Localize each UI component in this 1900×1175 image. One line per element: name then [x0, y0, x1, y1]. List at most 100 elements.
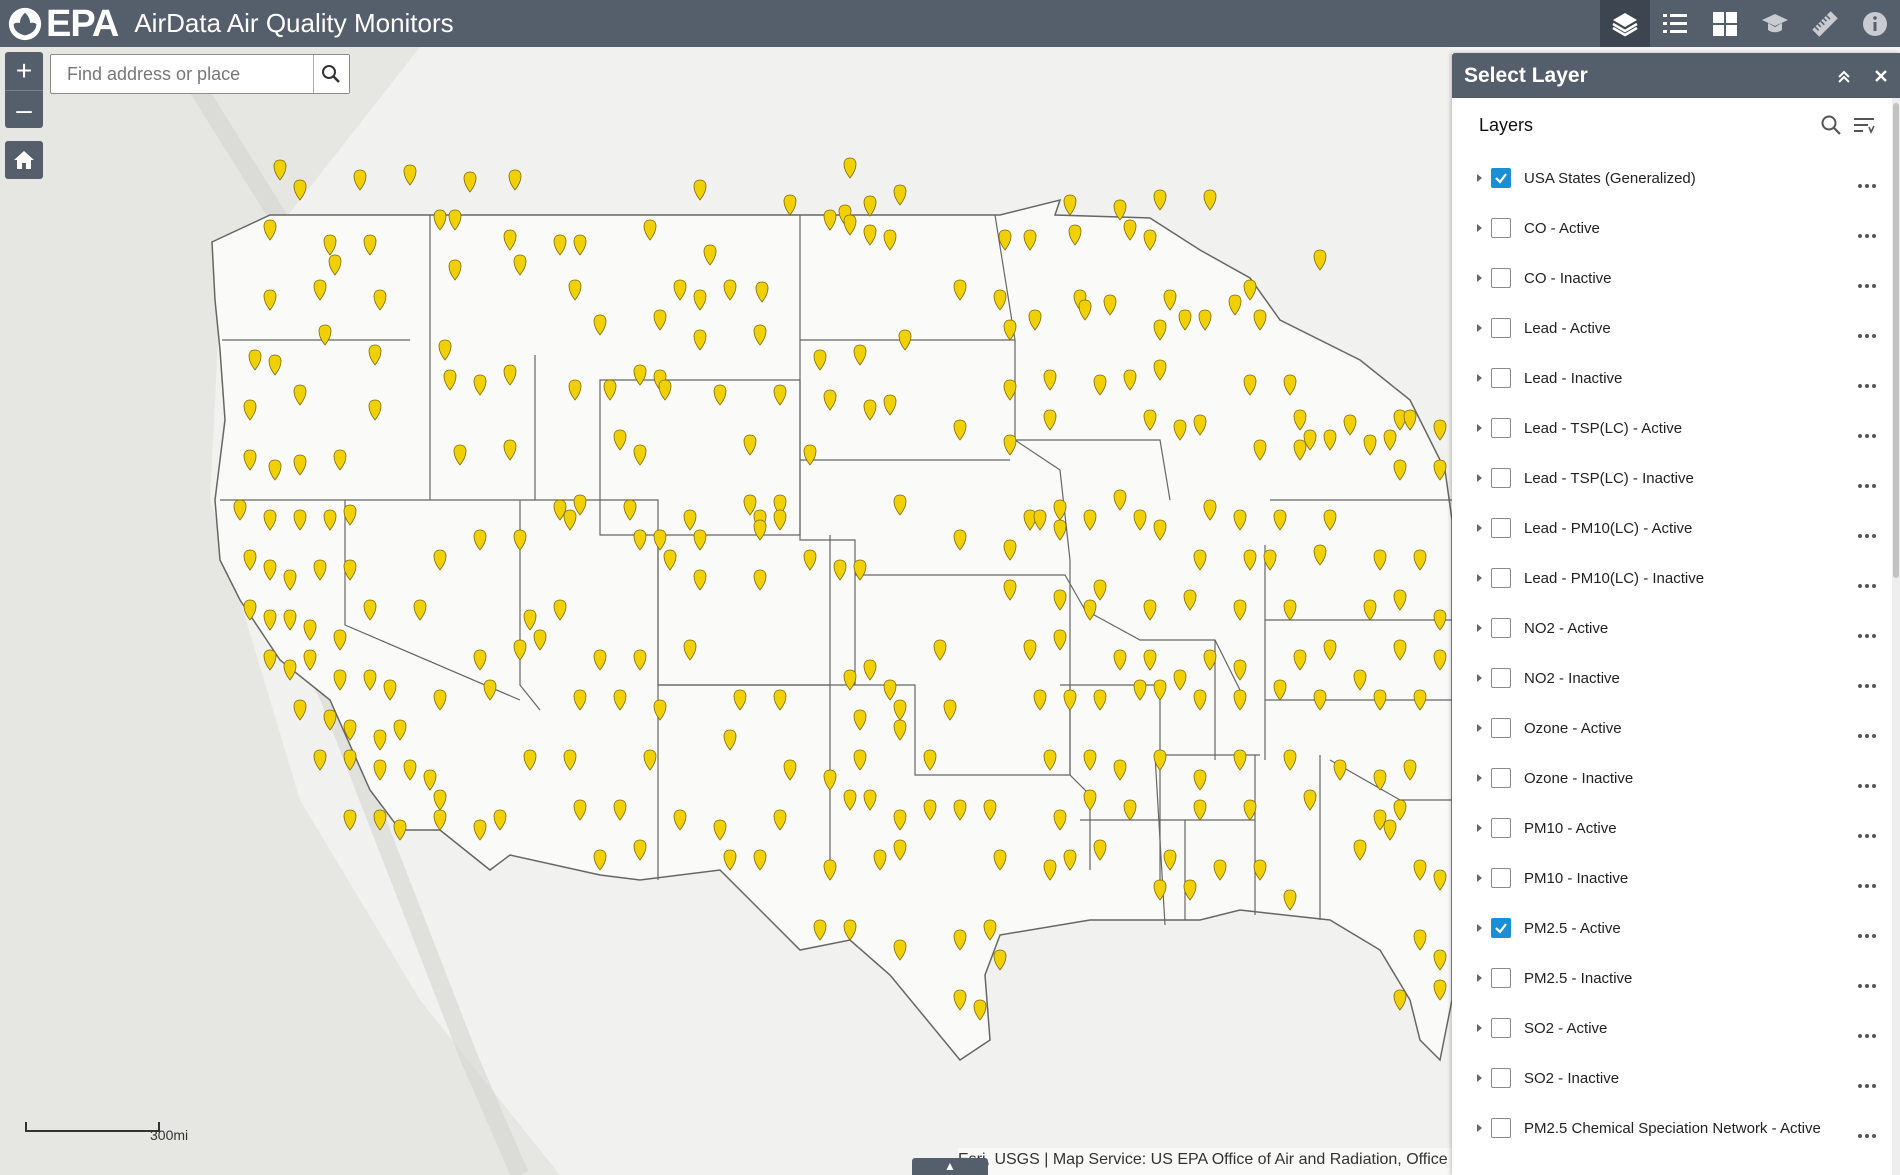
pm25-monitor-marker[interactable] — [373, 729, 387, 751]
pm25-monitor-marker[interactable] — [823, 389, 837, 411]
pm25-monitor-marker[interactable] — [293, 179, 307, 201]
pm25-monitor-marker[interactable] — [263, 289, 277, 311]
pm25-monitor-marker[interactable] — [1373, 689, 1387, 711]
pm25-monitor-marker[interactable] — [1273, 679, 1287, 701]
pm25-monitor-marker[interactable] — [563, 749, 577, 771]
pm25-monitor-marker[interactable] — [508, 169, 522, 191]
pm25-monitor-marker[interactable] — [1433, 459, 1447, 481]
pm25-monitor-marker[interactable] — [803, 549, 817, 571]
pm25-monitor-marker[interactable] — [368, 399, 382, 421]
pm25-monitor-marker[interactable] — [328, 254, 342, 276]
pm25-monitor-marker[interactable] — [1243, 279, 1257, 301]
pm25-monitor-marker[interactable] — [1083, 509, 1097, 531]
pm25-monitor-marker[interactable] — [473, 819, 487, 841]
pm25-monitor-marker[interactable] — [1183, 879, 1197, 901]
pm25-monitor-marker[interactable] — [893, 699, 907, 721]
pm25-monitor-marker[interactable] — [503, 364, 517, 386]
pm25-monitor-marker[interactable] — [1093, 374, 1107, 396]
layer-checkbox[interactable] — [1491, 268, 1511, 288]
pm25-monitor-marker[interactable] — [993, 289, 1007, 311]
layer-menu-icon[interactable] — [1855, 725, 1876, 741]
pm25-monitor-marker[interactable] — [773, 809, 787, 831]
pm25-monitor-marker[interactable] — [893, 719, 907, 741]
pm25-monitor-marker[interactable] — [673, 809, 687, 831]
pm25-monitor-marker[interactable] — [1313, 689, 1327, 711]
pm25-monitor-marker[interactable] — [1433, 869, 1447, 891]
pm25-monitor-marker[interactable] — [1143, 599, 1157, 621]
pm25-monitor-marker[interactable] — [433, 209, 447, 231]
pm25-monitor-marker[interactable] — [1153, 749, 1167, 771]
pm25-monitor-marker[interactable] — [243, 599, 257, 621]
pm25-monitor-marker[interactable] — [1113, 649, 1127, 671]
pm25-monitor-marker[interactable] — [1083, 749, 1097, 771]
layer-checkbox[interactable] — [1491, 618, 1511, 638]
expand-caret-icon[interactable] — [1477, 674, 1482, 682]
pm25-monitor-marker[interactable] — [623, 499, 637, 521]
layer-options-icon[interactable] — [1852, 114, 1876, 136]
pm25-monitor-marker[interactable] — [1433, 609, 1447, 631]
pm25-monitor-marker[interactable] — [983, 799, 997, 821]
pm25-monitor-marker[interactable] — [883, 679, 897, 701]
pm25-monitor-marker[interactable] — [1323, 429, 1337, 451]
layer-row[interactable]: CO - Active — [1452, 203, 1892, 253]
layer-menu-icon[interactable] — [1855, 225, 1876, 241]
pm25-monitor-marker[interactable] — [863, 195, 877, 217]
attribution-toggle[interactable]: ▲ — [912, 1158, 988, 1175]
pm25-monitor-marker[interactable] — [853, 559, 867, 581]
pm25-monitor-marker[interactable] — [693, 289, 707, 311]
pm25-monitor-marker[interactable] — [853, 749, 867, 771]
pm25-monitor-marker[interactable] — [1143, 229, 1157, 251]
pm25-monitor-marker[interactable] — [743, 434, 757, 456]
layer-checkbox[interactable] — [1491, 1018, 1511, 1038]
pm25-monitor-marker[interactable] — [363, 234, 377, 256]
pm25-monitor-marker[interactable] — [643, 749, 657, 771]
pm25-monitor-marker[interactable] — [513, 254, 527, 276]
layer-checkbox[interactable] — [1491, 718, 1511, 738]
pm25-monitor-marker[interactable] — [783, 194, 797, 216]
pm25-monitor-marker[interactable] — [303, 649, 317, 671]
layer-menu-icon[interactable] — [1855, 175, 1876, 191]
pm25-monitor-marker[interactable] — [693, 179, 707, 201]
pm25-monitor-marker[interactable] — [273, 159, 287, 181]
pm25-monitor-marker[interactable] — [1063, 194, 1077, 216]
map-view[interactable]: 300mi Esri, USGS | Map Service: US EPA O… — [0, 47, 1452, 1175]
pm25-monitor-marker[interactable] — [1233, 659, 1247, 681]
pm25-monitor-marker[interactable] — [1053, 519, 1067, 541]
pm25-monitor-marker[interactable] — [448, 209, 462, 231]
pm25-monitor-marker[interactable] — [268, 354, 282, 376]
pm25-monitor-marker[interactable] — [1253, 309, 1267, 331]
epa-logo[interactable]: EPA — [6, 5, 119, 43]
pm25-monitor-marker[interactable] — [893, 939, 907, 961]
pm25-monitor-marker[interactable] — [433, 689, 447, 711]
pm25-monitor-marker[interactable] — [993, 949, 1007, 971]
pm25-monitor-marker[interactable] — [1143, 649, 1157, 671]
layer-row[interactable]: Lead - Inactive — [1452, 353, 1892, 403]
expand-caret-icon[interactable] — [1477, 1074, 1482, 1082]
pm25-monitor-marker[interactable] — [1153, 319, 1167, 341]
basemap-gallery-button[interactable] — [1700, 0, 1750, 47]
pm25-monitor-marker[interactable] — [953, 529, 967, 551]
pm25-monitor-marker[interactable] — [673, 279, 687, 301]
layer-checkbox[interactable] — [1491, 818, 1511, 838]
layer-menu-icon[interactable] — [1855, 925, 1876, 941]
pm25-monitor-marker[interactable] — [1193, 769, 1207, 791]
pm25-monitor-marker[interactable] — [1193, 414, 1207, 436]
layer-menu-icon[interactable] — [1855, 425, 1876, 441]
pm25-monitor-marker[interactable] — [263, 649, 277, 671]
pm25-monitor-marker[interactable] — [1403, 409, 1417, 431]
pm25-monitor-marker[interactable] — [1323, 509, 1337, 531]
pm25-monitor-marker[interactable] — [723, 729, 737, 751]
about-button[interactable] — [1750, 0, 1800, 47]
pm25-monitor-marker[interactable] — [463, 171, 477, 193]
pm25-monitor-marker[interactable] — [1383, 819, 1397, 841]
pm25-monitor-marker[interactable] — [263, 609, 277, 631]
pm25-monitor-marker[interactable] — [1243, 799, 1257, 821]
pm25-monitor-marker[interactable] — [1433, 419, 1447, 441]
pm25-monitor-marker[interactable] — [713, 384, 727, 406]
pm25-monitor-marker[interactable] — [1003, 539, 1017, 561]
pm25-monitor-marker[interactable] — [1213, 859, 1227, 881]
layer-row[interactable]: Lead - PM10(LC) - Inactive — [1452, 553, 1892, 603]
pm25-monitor-marker[interactable] — [933, 639, 947, 661]
layer-row[interactable]: SO2 - Inactive — [1452, 1053, 1892, 1103]
pm25-monitor-marker[interactable] — [713, 819, 727, 841]
